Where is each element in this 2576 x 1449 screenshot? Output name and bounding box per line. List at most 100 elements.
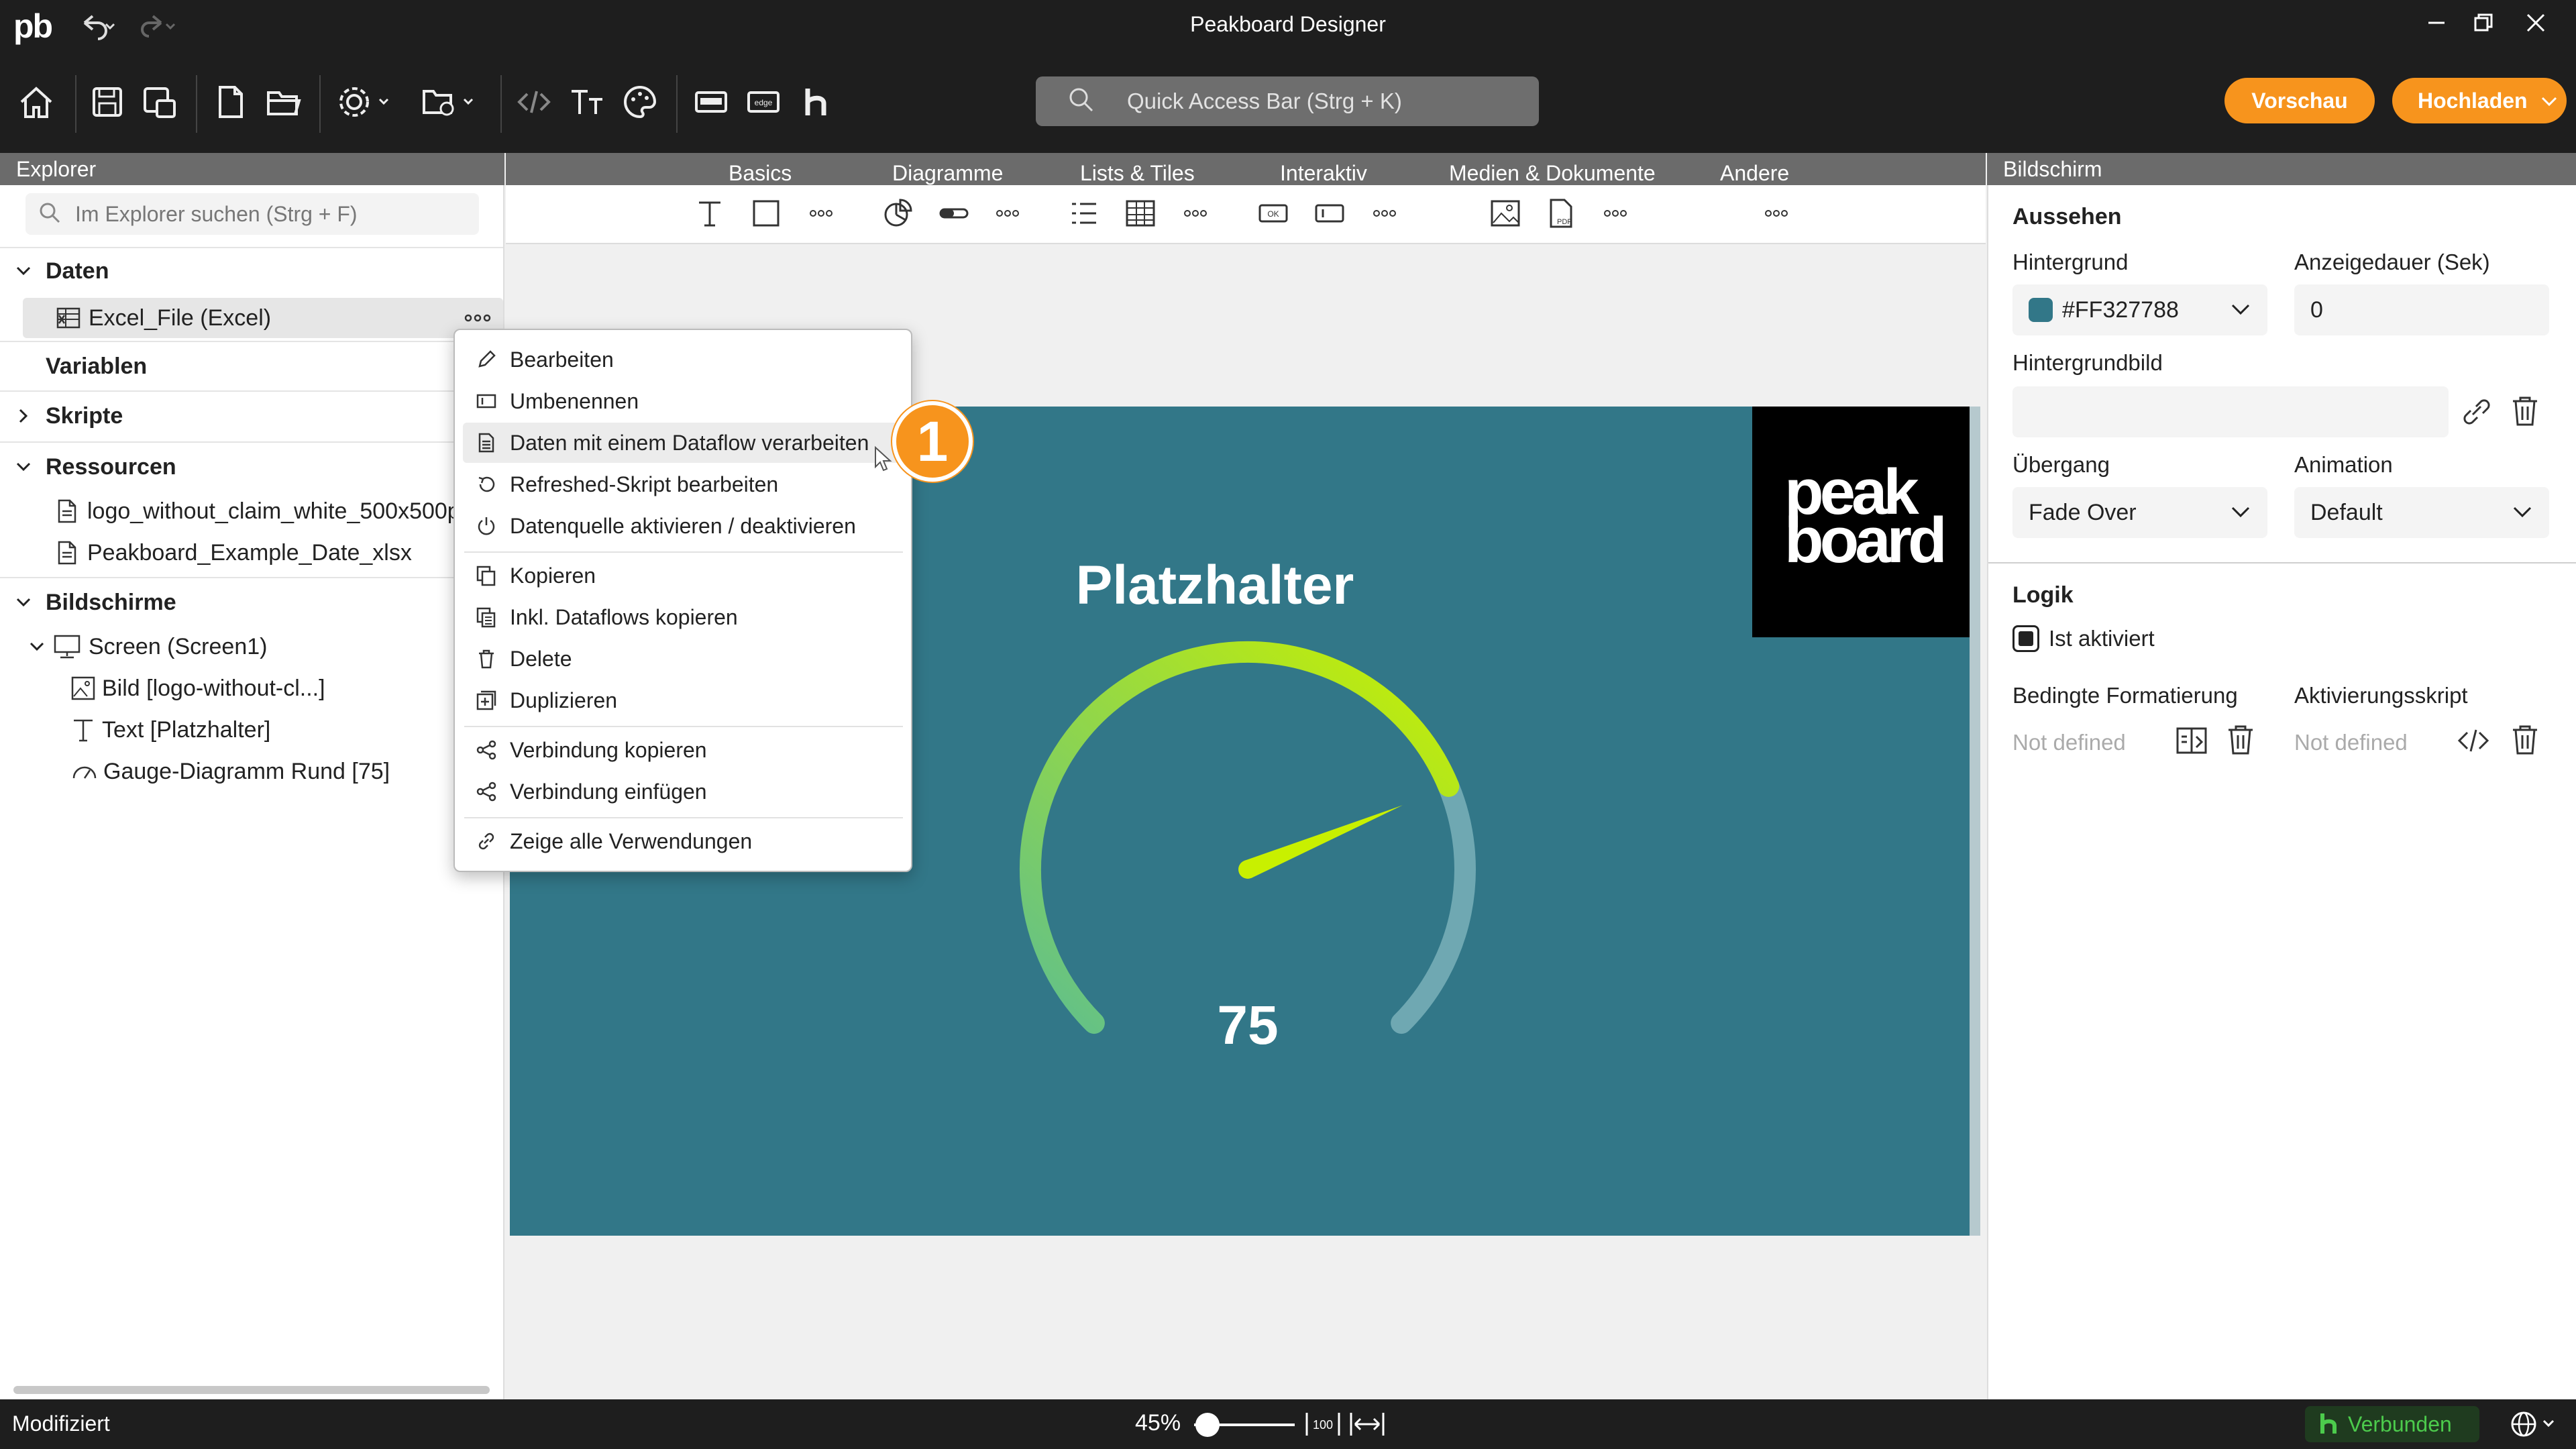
tree-item-logo-resource[interactable]: logo_without_claim_white_500x500px	[55, 491, 503, 531]
new-file-icon[interactable]	[204, 75, 258, 129]
tree-section-bildschirme[interactable]: Bildschirme	[13, 582, 176, 623]
logo-line-2: board	[1784, 504, 1947, 576]
peakboard-logo[interactable]: peak board	[1752, 407, 1980, 637]
trash-icon[interactable]	[2509, 723, 2541, 760]
button-element-icon[interactable]: OK	[1252, 192, 1295, 235]
explorer-scrollbar[interactable]	[13, 1386, 490, 1394]
menu-item-copy-dataflows[interactable]: Inkl. Dataflows kopieren	[463, 597, 904, 637]
screen-scrollbar[interactable]	[1970, 407, 1980, 1236]
tree-section-ressourcen[interactable]: Ressourcen	[13, 447, 176, 487]
quick-access-bar[interactable]: Quick Access Bar (Strg + K)	[1036, 76, 1539, 126]
aktivierungsskript-value: Not defined	[2294, 730, 2408, 755]
link-icon[interactable]	[2459, 396, 2494, 431]
menu-item-paste-connection[interactable]: Verbindung einfügen	[463, 771, 904, 812]
menu-item-bearbeiten[interactable]: Bearbeiten	[463, 339, 904, 380]
more-basics-icon[interactable]	[800, 192, 843, 235]
pdf-element-icon[interactable]: PDF	[1540, 192, 1583, 235]
chevron-down-icon	[2230, 500, 2251, 526]
trash-icon[interactable]	[2224, 723, 2257, 760]
close-icon[interactable]	[2522, 9, 2549, 40]
fit-width-icon[interactable]	[1348, 1409, 1386, 1443]
connection-status-badge[interactable]: Verbunden	[2305, 1406, 2479, 1442]
category-interaktiv[interactable]: Interaktiv	[1280, 157, 1367, 189]
menu-item-dataflow[interactable]: Daten mit einem Dataflow verarbeiten	[463, 423, 904, 463]
image-element-icon[interactable]	[1484, 192, 1527, 235]
tree-item-bild[interactable]: Bild [logo-without-cl...]	[70, 668, 325, 708]
menu-item-umbenennen[interactable]: Umbenennen	[463, 381, 904, 421]
tree-item-screen1[interactable]: Screen (Screen1)	[27, 627, 267, 667]
explorer-search[interactable]: Im Explorer suchen (Strg + F)	[25, 193, 479, 235]
more-other-icon[interactable]	[1755, 192, 1798, 235]
zoom-100-icon[interactable]: 100	[1304, 1409, 1342, 1443]
undo-icon[interactable]	[79, 12, 117, 45]
ist-aktiviert-checkbox[interactable]: Ist aktiviert	[2012, 625, 2155, 652]
pie-chart-icon[interactable]	[876, 192, 919, 235]
tree-section-variablen[interactable]: Variablen	[46, 346, 147, 386]
edge-icon[interactable]: edge	[737, 75, 790, 129]
palette-icon[interactable]	[613, 75, 667, 129]
table-element-icon[interactable]	[1119, 192, 1162, 235]
display-duration-input[interactable]: 0	[2294, 284, 2549, 335]
step-badge: 1	[892, 401, 973, 482]
peakboard-box-icon[interactable]	[684, 75, 738, 129]
menu-item-kopieren[interactable]: Kopieren	[463, 555, 904, 596]
chevron-down-icon	[2540, 89, 2559, 113]
save-icon[interactable]	[80, 75, 134, 129]
mouse-cursor-icon	[873, 445, 894, 478]
category-lists-tiles[interactable]: Lists & Tiles	[1080, 157, 1195, 189]
gauge-chart[interactable]: 75	[1006, 635, 1489, 1104]
settings-icon[interactable]	[329, 75, 402, 129]
bar-element-icon[interactable]	[932, 192, 975, 235]
zoom-slider[interactable]	[1194, 1413, 1295, 1437]
menu-item-delete[interactable]: Delete	[463, 639, 904, 679]
preview-button[interactable]: Vorschau	[2224, 78, 2375, 123]
background-color-picker[interactable]: #FF327788	[2012, 284, 2267, 335]
list-element-icon[interactable]	[1063, 192, 1106, 235]
menu-item-refreshed-script[interactable]: Refreshed-Skript bearbeiten	[463, 464, 904, 504]
restore-icon[interactable]	[2470, 9, 2497, 40]
tree-section-daten[interactable]: Daten	[13, 251, 109, 291]
tree-item-gauge[interactable]: Gauge-Diagramm Rund [75]	[70, 751, 390, 792]
category-andere[interactable]: Andere	[1720, 157, 1789, 189]
category-medien-dokumente[interactable]: Medien & Dokumente	[1449, 157, 1656, 189]
divider	[0, 441, 503, 443]
category-diagramme[interactable]: Diagramme	[892, 157, 1003, 189]
text-element-icon[interactable]	[688, 192, 731, 235]
menu-item-toggle-datasource[interactable]: Datenquelle aktivieren / deaktivieren	[463, 506, 904, 546]
category-basics[interactable]: Basics	[729, 157, 792, 189]
menu-item-label: Daten mit einem Dataflow verarbeiten	[510, 430, 869, 455]
shape-element-icon[interactable]	[745, 192, 788, 235]
minimize-icon[interactable]	[2423, 9, 2450, 40]
tree-item-example-resource[interactable]: Peakboard_Example_Date_xlsx	[55, 533, 412, 573]
more-interactive-icon[interactable]	[1363, 192, 1406, 235]
more-lists-icon[interactable]	[1174, 192, 1217, 235]
save-as-icon[interactable]	[133, 75, 186, 129]
tree-section-label: Ressourcen	[46, 453, 176, 480]
conditional-format-edit-icon[interactable]	[2175, 724, 2208, 760]
upload-button[interactable]: Hochladen	[2392, 78, 2567, 123]
background-image-input[interactable]	[2012, 386, 2449, 437]
project-settings-icon[interactable]	[413, 75, 487, 129]
animation-select[interactable]: Default	[2294, 487, 2549, 538]
font-icon[interactable]	[561, 75, 614, 129]
script-code-icon[interactable]	[2457, 724, 2490, 760]
trash-icon[interactable]	[2509, 394, 2541, 431]
tree-item-text[interactable]: Text [Platzhalter]	[70, 710, 270, 750]
home-icon[interactable]	[9, 75, 63, 129]
placeholder-text[interactable]: Platzhalter	[963, 554, 1466, 617]
transition-select[interactable]: Fade Over	[2012, 487, 2267, 538]
redo-icon[interactable]	[141, 12, 178, 45]
menu-item-show-usages[interactable]: Zeige alle Verwendungen	[463, 821, 904, 861]
gauge-value-label: 75	[1217, 995, 1278, 1056]
script-editor-icon[interactable]	[507, 75, 561, 129]
menu-item-label: Inkl. Dataflows kopieren	[510, 604, 738, 629]
more-diagrams-icon[interactable]	[986, 192, 1029, 235]
open-folder-icon[interactable]	[256, 75, 310, 129]
more-media-icon[interactable]	[1594, 192, 1637, 235]
language-globe-icon[interactable]	[2509, 1409, 2563, 1443]
hub-icon[interactable]	[789, 75, 843, 129]
menu-item-copy-connection[interactable]: Verbindung kopieren	[463, 730, 904, 770]
tree-section-skripte[interactable]: Skripte	[13, 396, 123, 436]
menu-item-duplizieren[interactable]: Duplizieren	[463, 680, 904, 720]
textbox-element-icon[interactable]	[1308, 192, 1351, 235]
